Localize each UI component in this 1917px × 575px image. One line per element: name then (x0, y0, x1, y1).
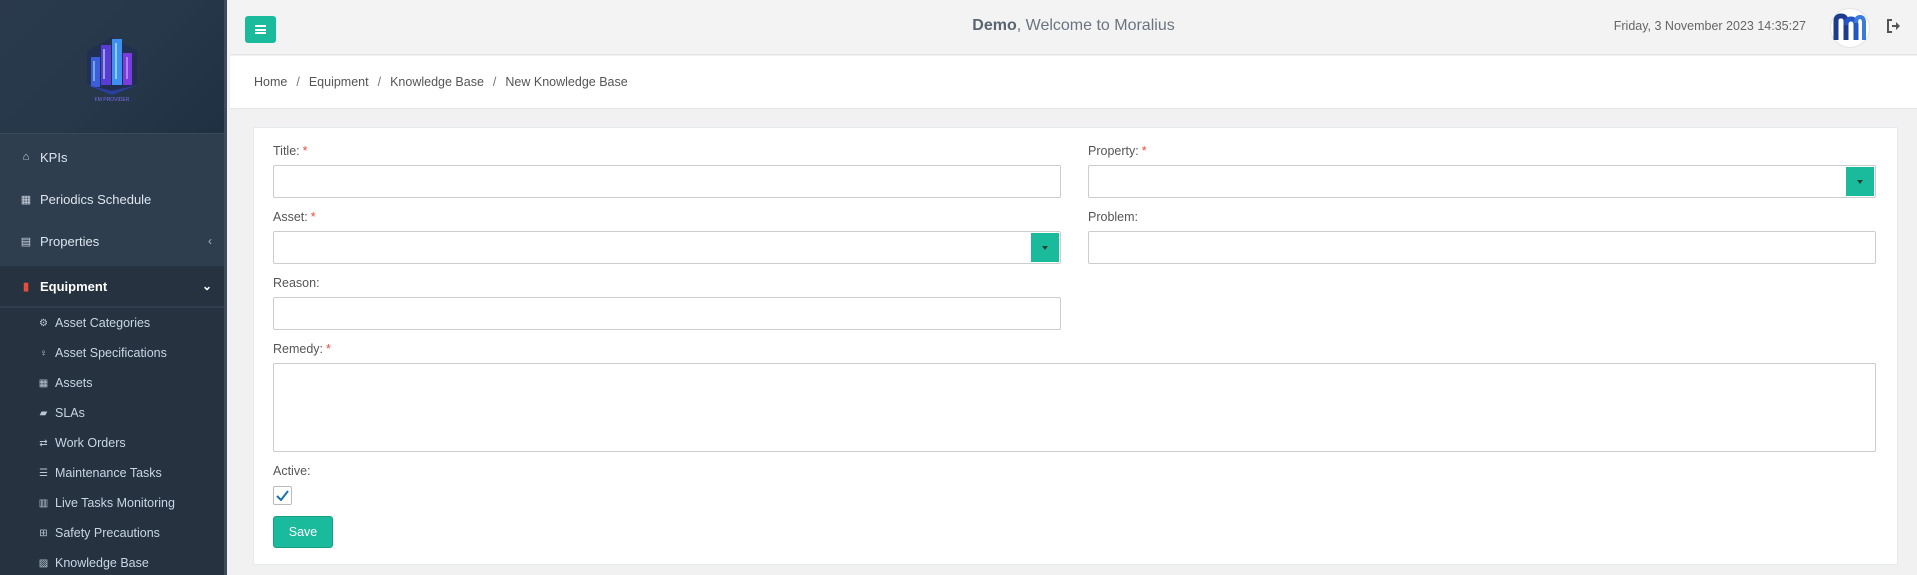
knowledge-base-form: Title: * Property: * Asset: * Problem: Reas… (253, 127, 1898, 565)
sidebar-item-label: Live Tasks Monitoring (55, 496, 175, 510)
asset-label: Asset: * (273, 210, 316, 224)
asset-dropdown-button[interactable] (1031, 233, 1059, 262)
sidebar-item-knowledge-base[interactable]: ▨ Knowledge Base (0, 548, 224, 575)
active-checkbox[interactable] (273, 486, 292, 505)
calendar-icon: ▦ (20, 193, 32, 206)
property-dropdown-button[interactable] (1846, 167, 1874, 196)
sidebar-item-asset-specifications[interactable]: ♀ Asset Specifications (0, 338, 224, 368)
sidebar-item-equipment[interactable]: ▮ Equipment ⌄ (0, 266, 224, 306)
avatar[interactable] (1830, 8, 1870, 48)
save-button[interactable]: Save (273, 516, 333, 548)
problem-input[interactable] (1088, 231, 1876, 264)
chevron-down-icon: ⌄ (201, 279, 212, 293)
building-icon: ▤ (20, 235, 32, 248)
breadcrumb-separator: / (377, 75, 382, 89)
logo-text: FM PROVIDER (95, 97, 130, 103)
sidebar-item-label: SLAs (55, 406, 85, 420)
sidebar-item-slas[interactable]: ▰ SLAs (0, 398, 224, 428)
sidebar-item-kpis[interactable]: ⌂ KPIs (0, 136, 224, 178)
truck-icon: ▰ (39, 407, 48, 419)
breadcrumb-equipment[interactable]: Equipment (309, 75, 369, 89)
remedy-label: Remedy: * (273, 342, 331, 356)
sidebar-item-label: Asset Categories (55, 316, 151, 330)
map-icon: ▥ (38, 497, 49, 509)
sidebar-item-asset-categories[interactable]: ⚙ Asset Categories (0, 308, 224, 338)
title-input[interactable] (273, 165, 1061, 198)
property-select[interactable] (1088, 165, 1876, 198)
sidebar-nav: ⌂ KPIs ▦ Periodics Schedule ▤ Properties… (0, 136, 224, 306)
tasks-icon: ☰ (39, 467, 48, 479)
property-label-text: Property: (1088, 144, 1139, 158)
sidebar-item-label: Properties (40, 233, 100, 249)
book-icon: ▨ (38, 557, 49, 569)
retweet-icon: ⇄ (39, 437, 48, 449)
problem-label: Problem: (1088, 210, 1139, 224)
asset-label-text: Asset: (273, 210, 308, 224)
sidebar-item-label: Work Orders (55, 436, 126, 450)
required-mark: * (326, 342, 331, 356)
sidebar-item-live-tasks-monitoring[interactable]: ▥ Live Tasks Monitoring (0, 488, 224, 518)
breadcrumb-separator: / (296, 75, 300, 89)
required-mark: * (302, 144, 308, 158)
sidebar-item-periodics-schedule[interactable]: ▦ Periodics Schedule (0, 178, 224, 220)
breadcrumb-home[interactable]: Home (254, 75, 287, 89)
sidebar-logo[interactable]: FM PROVIDER (0, 0, 224, 134)
sidebar-item-label: Assets (55, 376, 93, 390)
sidebar-item-assets[interactable]: ▦ Assets (0, 368, 224, 398)
sidebar: FM PROVIDER ⌂ KPIs ▦ Periodics Schedule … (0, 0, 227, 575)
sidebar-item-label: Equipment (40, 278, 108, 294)
moralius-logo-icon (1833, 13, 1866, 40)
chevron-left-icon: ‹ (208, 234, 212, 248)
reason-input[interactable] (273, 297, 1061, 330)
sidebar-item-label: Periodics Schedule (40, 191, 152, 207)
sidebar-item-label: KPIs (40, 149, 68, 165)
title-label-text: Title: (273, 144, 300, 158)
sidebar-item-safety-precautions[interactable]: ⊞ Safety Precautions (0, 518, 224, 548)
equipment-submenu: ⚙ Asset Categories ♀ Asset Specification… (0, 308, 224, 575)
sidebar-item-maintenance-tasks[interactable]: ☰ Maintenance Tasks (0, 458, 224, 488)
required-mark: * (310, 210, 316, 224)
remedy-textarea[interactable] (273, 363, 1876, 452)
reason-label: Reason: (273, 276, 320, 290)
top-header: Demo, Welcome to Moralius Friday, 3 Nove… (230, 0, 1917, 55)
medkit-icon: ⊞ (39, 527, 48, 539)
user-name: Demo (972, 17, 1017, 34)
sidebar-item-label: Safety Precautions (55, 526, 160, 540)
company-logo[interactable]: FM PROVIDER (77, 31, 147, 103)
sidebar-item-label: Asset Specifications (55, 346, 167, 360)
required-mark: * (1141, 144, 1147, 158)
sidebar-item-label: Knowledge Base (55, 556, 149, 570)
breadcrumb: Home / Equipment / Knowledge Base / New … (230, 56, 1917, 109)
equipment-icon: ▮ (22, 280, 30, 293)
caret-down-icon (1042, 245, 1048, 250)
grid-icon: ▦ (38, 377, 49, 389)
sidebar-item-label: Maintenance Tasks (55, 466, 162, 480)
lightbulb-icon: ♀ (39, 347, 48, 359)
remedy-label-text: Remedy: (273, 342, 324, 356)
title-label: Title: * (273, 144, 308, 158)
cogs-icon: ⚙ (39, 317, 48, 329)
welcome-text: , Welcome to Moralius (1016, 17, 1175, 34)
active-label: Active: (273, 464, 311, 478)
asset-select[interactable] (273, 231, 1061, 264)
logout-icon[interactable] (1886, 18, 1902, 34)
breadcrumb-current: New Knowledge Base (505, 75, 628, 89)
checkmark-icon (276, 490, 289, 501)
property-label: Property: * (1088, 144, 1147, 158)
caret-down-icon (1857, 179, 1863, 184)
sidebar-item-properties[interactable]: ▤ Properties ‹ (0, 220, 224, 262)
current-datetime: Friday, 3 November 2023 14:35:27 (1613, 19, 1806, 33)
sidebar-item-work-orders[interactable]: ⇄ Work Orders (0, 428, 224, 458)
breadcrumb-separator: / (492, 75, 497, 89)
home-icon: ⌂ (22, 151, 30, 163)
breadcrumb-knowledge-base[interactable]: Knowledge Base (390, 75, 484, 89)
